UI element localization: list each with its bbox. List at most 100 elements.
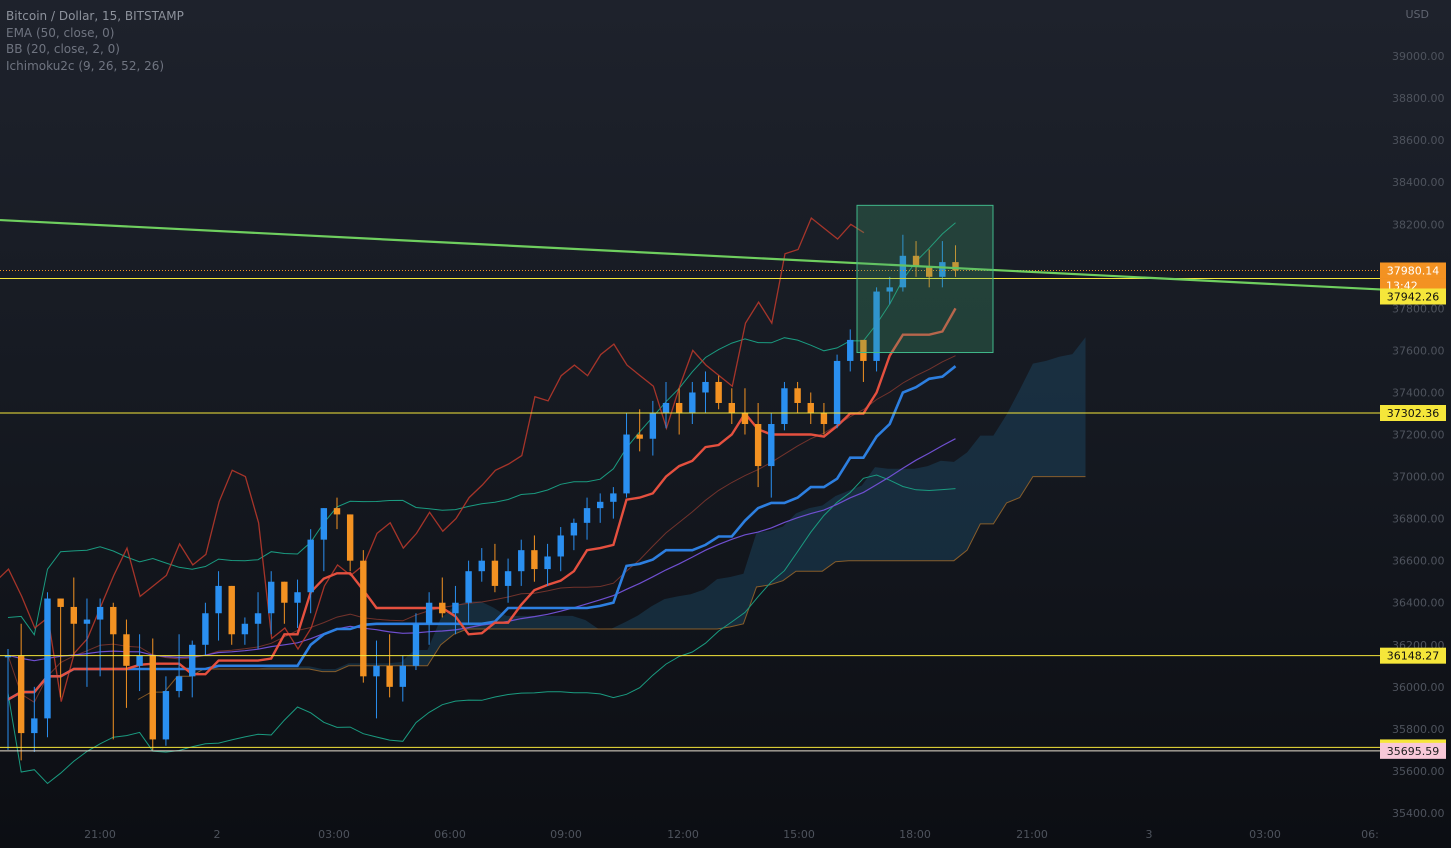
candle-body	[281, 581, 288, 603]
candle-body	[162, 691, 170, 740]
candle-body	[31, 718, 38, 734]
price-tick-label: 35400.00	[1392, 807, 1445, 820]
candle-body	[215, 585, 222, 614]
currency-label: USD	[1405, 8, 1429, 21]
candle-body	[17, 655, 25, 734]
candle-body	[544, 556, 551, 570]
candle-body	[83, 619, 91, 624]
candle-body	[754, 424, 762, 467]
legend-title: Bitcoin / Dollar, 15, BITSTAMP	[6, 9, 184, 23]
candle-body	[412, 623, 420, 666]
price-tick-label: 37600.00	[1392, 344, 1445, 357]
time-tick-label: 18:00	[899, 828, 931, 841]
price-axis: 35400.0035600.0035800.0036000.0036200.00…	[1392, 50, 1445, 820]
time-tick-label: 3	[1146, 828, 1153, 841]
candle-body	[202, 613, 209, 645]
candle-body	[702, 381, 709, 393]
candle-body	[254, 613, 262, 624]
candles	[4, 234, 959, 761]
candle-body	[268, 581, 275, 614]
candle-body	[373, 665, 380, 677]
low-marker-tag: 35695.59	[1387, 745, 1440, 758]
candle-body	[478, 560, 485, 572]
legend-ema[interactable]: EMA (50, close, 0)	[6, 25, 184, 42]
candle-body	[175, 676, 183, 692]
candle-body	[465, 571, 472, 603]
price-tick-label: 38400.00	[1392, 176, 1445, 189]
highlight-rectangle	[856, 204, 994, 354]
price-tick-label: 38200.00	[1392, 218, 1445, 231]
time-tick-label: 06:00	[434, 828, 466, 841]
candle-body	[452, 602, 459, 614]
candle-body	[570, 522, 578, 536]
level-tag: 37942.26	[1387, 290, 1440, 303]
chart-area[interactable]: 35400.00 35600.00 35800.00 36000.00 36200.00…	[0, 0, 1451, 848]
candle-body	[386, 665, 393, 687]
candle-body	[346, 514, 354, 561]
candle-body	[44, 598, 51, 719]
time-axis: 21:00 2 03:00 06:00 09:00 12:00 15:00 18:00 21:0…	[84, 828, 1379, 841]
candle-body	[439, 602, 446, 614]
time-tick-label: 09:00	[550, 828, 582, 841]
candle-body	[557, 535, 564, 557]
candle-body	[504, 571, 512, 586]
price-tick-label: 37400.00	[1392, 386, 1445, 399]
time-tick-label: 03:00	[1249, 828, 1281, 841]
candle-body	[662, 402, 670, 414]
candle-body	[833, 360, 841, 425]
candle-body	[820, 413, 828, 425]
candle-body	[597, 501, 604, 509]
candle-body	[333, 508, 341, 515]
candle-body	[807, 402, 814, 414]
price-tick-label: 39000.00	[1392, 50, 1445, 63]
candle-body	[123, 634, 130, 666]
legend-bb[interactable]: BB (20, close, 2, 0)	[6, 41, 184, 58]
price-tick-label: 36800.00	[1392, 513, 1445, 526]
candle-body	[583, 508, 591, 523]
candle-body	[294, 592, 301, 603]
candle-body	[70, 606, 77, 624]
candle-body	[623, 434, 630, 494]
price-tick-label: 38800.00	[1392, 92, 1445, 105]
candle-body	[675, 402, 683, 414]
candle-body	[491, 560, 499, 586]
candle-body	[715, 381, 722, 403]
candle-body	[531, 550, 538, 570]
price-tick-label: 38600.00	[1392, 134, 1445, 147]
legend-ichimoku[interactable]: Ichimoku2c (9, 26, 52, 26)	[6, 58, 184, 75]
price-chart-svg[interactable]: 35400.0035600.0035800.0036000.0036200.00…	[0, 0, 1451, 848]
trendline	[0, 218, 1381, 291]
candle-body	[241, 623, 249, 635]
candle-body	[57, 598, 64, 607]
candle-body	[636, 434, 643, 439]
current-price-tag: 37980.14	[1387, 264, 1440, 277]
candle-body	[728, 402, 735, 414]
candle-body	[768, 424, 775, 467]
candle-body	[781, 388, 788, 425]
candle-body	[189, 644, 196, 677]
time-tick-label: 2	[214, 828, 221, 841]
candle-body	[741, 413, 749, 425]
candle-body	[649, 413, 657, 439]
time-tick-label: 21:00	[84, 828, 116, 841]
candle-body	[399, 665, 406, 687]
price-tick-label: 36600.00	[1392, 555, 1445, 568]
candle-body	[518, 550, 525, 572]
time-tick-label: 21:00	[1016, 828, 1048, 841]
price-tick-label: 37000.00	[1392, 471, 1445, 484]
candle-body	[320, 508, 328, 540]
level-tag: 37302.36	[1387, 407, 1440, 420]
candle-body	[136, 655, 143, 666]
level-tag: 36148.27	[1387, 650, 1440, 663]
candle-body	[149, 655, 156, 740]
time-tick-label: 03:00	[318, 828, 350, 841]
candle-body	[610, 493, 617, 502]
candle-body	[847, 339, 854, 361]
price-tick-label: 36000.00	[1392, 681, 1445, 694]
price-tick-label: 37200.00	[1392, 429, 1445, 442]
candle-body	[425, 602, 433, 624]
time-tick-label: 15:00	[783, 828, 815, 841]
candle-body	[110, 606, 117, 635]
candle-body	[689, 392, 696, 414]
legend: Bitcoin / Dollar, 15, BITSTAMP EMA (50, …	[6, 8, 184, 74]
